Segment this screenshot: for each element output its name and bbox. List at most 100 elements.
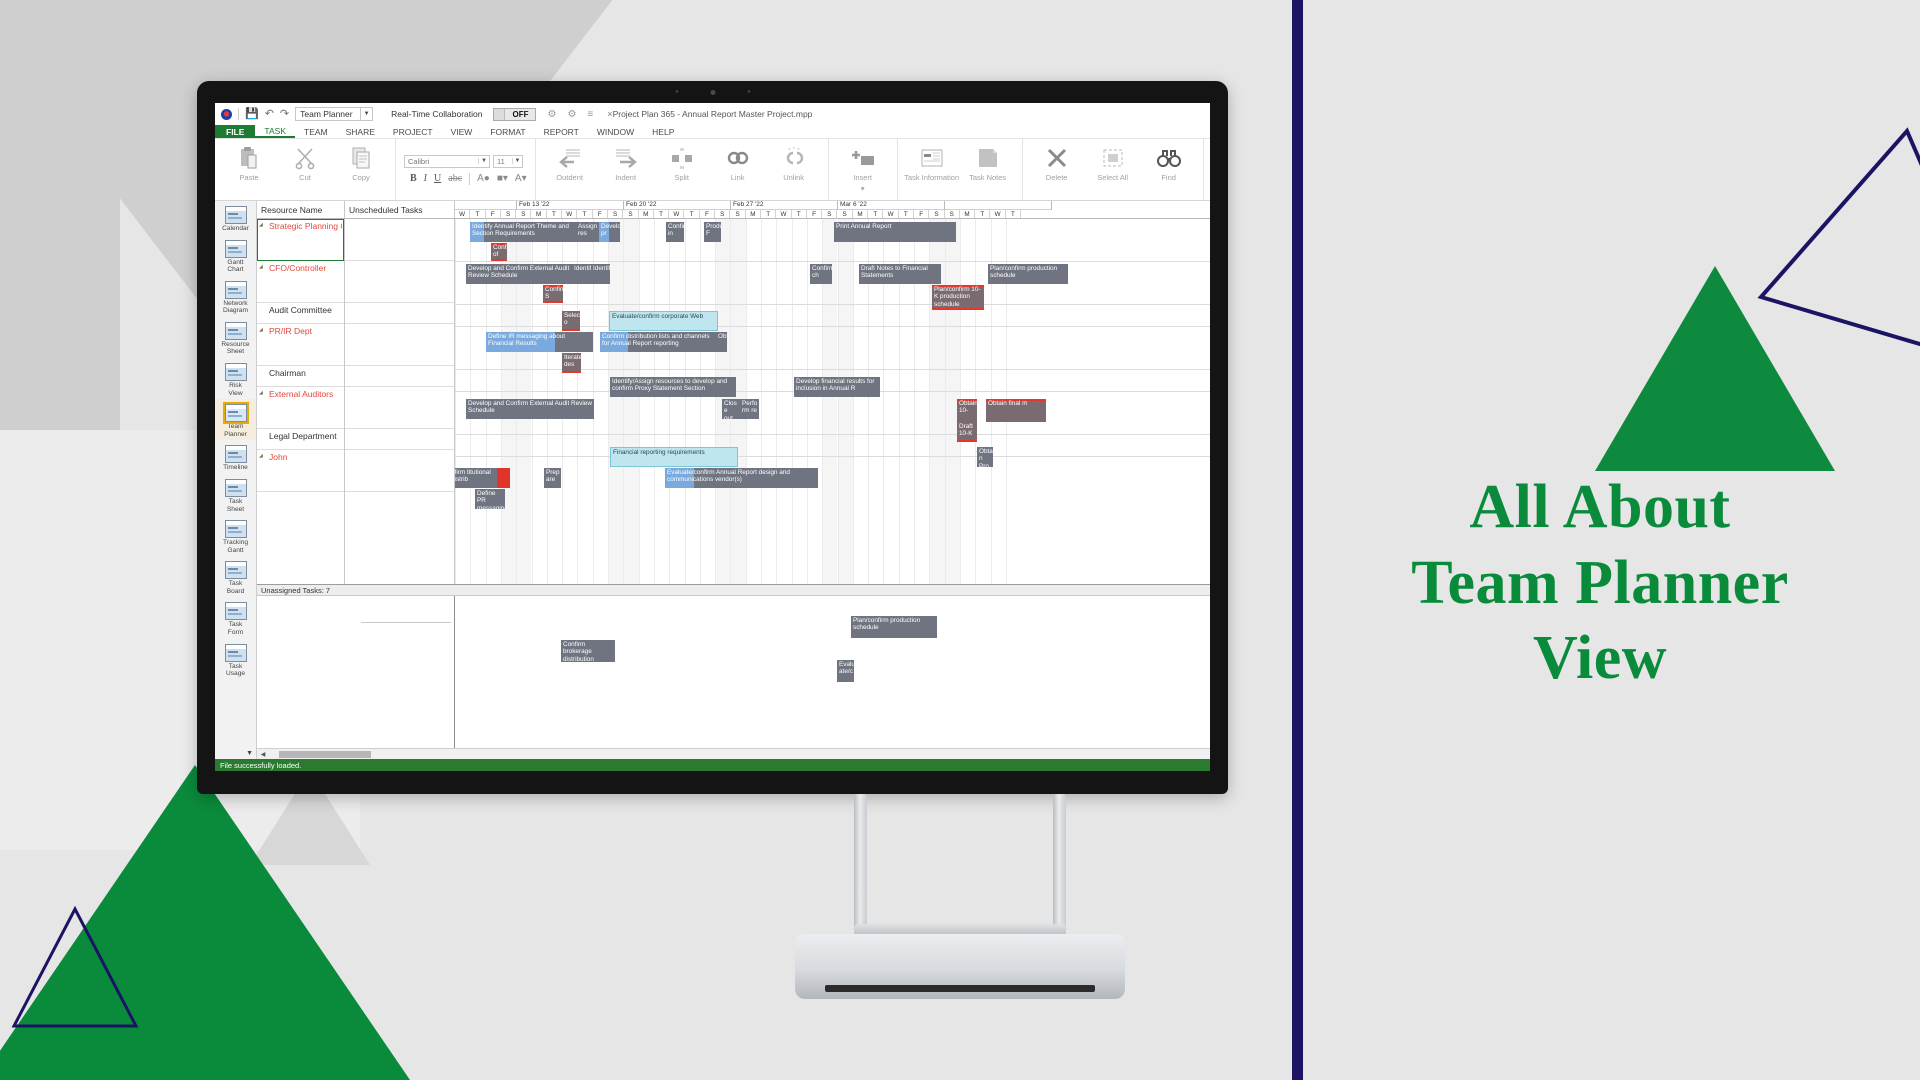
- tab-view[interactable]: VIEW: [442, 125, 482, 138]
- view-bar-item-task-form[interactable]: Task Form: [215, 597, 256, 638]
- link-button[interactable]: Link: [710, 141, 766, 198]
- expand-collapse-icon[interactable]: ◢: [259, 327, 263, 333]
- gantt-task-bar[interactable]: Develop and Confirm External Audit Revie…: [466, 399, 594, 419]
- realtime-collaboration-toggle[interactable]: OFF: [493, 107, 537, 121]
- gantt-task-bar[interactable]: Financial reporting requirements: [610, 447, 738, 467]
- insert-dropdown-icon[interactable]: ▾: [861, 184, 865, 193]
- resource-row[interactable]: ◢ External Auditors: [257, 387, 344, 429]
- tab-file[interactable]: FILE: [215, 125, 256, 138]
- unscheduled-cell[interactable]: [345, 450, 454, 492]
- view-bar-item-team-planner[interactable]: Team Planner: [215, 399, 256, 441]
- outdent-button[interactable]: Outdent: [542, 141, 598, 198]
- unscheduled-cell[interactable]: [345, 303, 454, 324]
- unscheduled-cell[interactable]: [345, 387, 454, 429]
- italic-button[interactable]: I: [424, 173, 427, 184]
- paste-button[interactable]: Paste: [221, 141, 277, 198]
- resource-row[interactable]: Audit Committee: [257, 303, 344, 324]
- scroll-left-icon[interactable]: ◀: [257, 751, 269, 758]
- chevron-down-icon[interactable]: ▼: [360, 108, 372, 120]
- indent-button[interactable]: Indent: [598, 141, 654, 198]
- column-header-unscheduled-tasks[interactable]: Unscheduled Tasks: [345, 201, 455, 218]
- gantt-task-bar[interactable]: Obtai n Pro: [977, 447, 993, 467]
- gantt-task-bar[interactable]: Obtain 10-: [957, 399, 977, 422]
- view-bar-item-risk-view[interactable]: Risk View: [215, 358, 256, 399]
- select-all-button[interactable]: Select All: [1085, 141, 1141, 198]
- gantt-task-bar[interactable]: Draft Notes to Financial Statements: [859, 264, 941, 284]
- copy-button[interactable]: Copy: [333, 141, 389, 198]
- unscheduled-cell[interactable]: [345, 324, 454, 366]
- gantt-task-bar[interactable]: nfirm titutional distrib: [455, 468, 497, 488]
- gantt-task-bar[interactable]: Develop pr: [599, 222, 620, 242]
- unscheduled-cell[interactable]: [345, 219, 454, 261]
- split-button[interactable]: Split: [654, 141, 710, 198]
- find-button[interactable]: Find: [1141, 141, 1197, 198]
- unscheduled-cell[interactable]: [345, 366, 454, 387]
- tab-task[interactable]: TASK: [255, 125, 295, 138]
- gantt-task-bar[interactable]: Identify/Assign resources to develop and…: [610, 377, 736, 397]
- view-bar-item-gantt-chart[interactable]: Gantt Chart: [215, 235, 256, 276]
- view-bar-item-resource-sheet[interactable]: Resource Sheet: [215, 317, 256, 358]
- insert-button[interactable]: Insert ▾: [835, 141, 891, 198]
- view-bar-item-timeline[interactable]: Timeline: [215, 440, 256, 474]
- gantt-task-bar[interactable]: Define PR messaging: [475, 489, 505, 509]
- chevron-down-icon[interactable]: ▼: [512, 158, 522, 164]
- gantt-task-bar[interactable]: Evaluate/confirm Annual Report design an…: [665, 468, 818, 488]
- gantt-task-bar[interactable]: Confirm in: [666, 222, 684, 242]
- view-bar-item-network-diagram[interactable]: Network Diagram: [215, 276, 256, 317]
- gantt-task-bar[interactable]: Plan/confirm production schedule: [988, 264, 1068, 284]
- collaborate-icon[interactable]: ⚙: [547, 109, 556, 120]
- gantt-task-bar[interactable]: Confirm distribution lists and channels …: [600, 332, 716, 352]
- tab-help[interactable]: HELP: [643, 125, 683, 138]
- gantt-task-bar[interactable]: Selection o: [562, 311, 580, 331]
- gantt-task-bar[interactable]: Iterate des: [562, 353, 581, 373]
- task-notes-button[interactable]: Task Notes: [960, 141, 1016, 198]
- undo-icon[interactable]: ↶: [265, 108, 274, 120]
- font-name-input[interactable]: Calibri ▼: [404, 154, 490, 168]
- view-bar-item-task-usage[interactable]: Task Usage: [215, 639, 256, 680]
- gantt-task-bar[interactable]: Plan/confirm production schedule: [851, 616, 937, 638]
- gantt-task-bar[interactable]: Assign res: [576, 222, 599, 242]
- scrollbar-track[interactable]: [269, 750, 1210, 758]
- resource-row[interactable]: Chairman: [257, 366, 344, 387]
- gantt-task-bar[interactable]: Develop financial results for inclusion …: [794, 377, 880, 397]
- tab-window[interactable]: WINDOW: [588, 125, 643, 138]
- gantt-task-bar[interactable]: Confirm ch: [810, 264, 832, 284]
- unassigned-tasks-header[interactable]: Unassigned Tasks: 7: [257, 584, 1210, 596]
- task-information-button[interactable]: Task Information: [904, 141, 960, 198]
- gantt-task-bar[interactable]: Evalu ate/c: [837, 660, 854, 682]
- cut-button[interactable]: Cut: [277, 141, 333, 198]
- fill-color-icon[interactable]: ■▾: [497, 173, 508, 184]
- gantt-task-bar[interactable]: Plan/confirm 10-K production schedule: [932, 285, 984, 310]
- font-color-icon[interactable]: A▾: [515, 173, 527, 184]
- tab-report[interactable]: REPORT: [535, 125, 588, 138]
- resource-row[interactable]: ◢ PR/IR Dept: [257, 324, 344, 366]
- resource-row[interactable]: ◢ Strategic Planning Committee: [257, 219, 344, 261]
- expand-collapse-icon[interactable]: ◢: [259, 453, 263, 459]
- view-bar-item-task-sheet[interactable]: Task Sheet: [215, 474, 256, 515]
- gantt-task-bar[interactable]: Draft 10-K: [957, 422, 977, 442]
- gantt-task-bar[interactable]: Evaluate/confirm corporate Web: [609, 311, 718, 331]
- strikethrough-button[interactable]: abc: [448, 173, 462, 184]
- column-header-resource-name[interactable]: Resource Name: [257, 201, 345, 218]
- unlink-button[interactable]: Unlink: [766, 141, 822, 198]
- gantt-task-bar[interactable]: Develop and Confirm External Audit Revie…: [466, 264, 572, 284]
- tab-share[interactable]: SHARE: [337, 125, 384, 138]
- gantt-task-bar[interactable]: Define IR messaging about Financial Resu…: [486, 332, 593, 352]
- horizontal-scrollbar[interactable]: ◀: [257, 748, 1210, 759]
- text-highlight-icon[interactable]: A●: [477, 173, 490, 184]
- expand-collapse-icon[interactable]: ◢: [259, 264, 263, 270]
- view-bar-item-tracking-gantt[interactable]: Tracking Gantt: [215, 515, 256, 556]
- gantt-task-bar[interactable]: Identify Annual Report Theme and Section…: [470, 222, 576, 242]
- gantt-task-bar[interactable]: Clos e out: [722, 399, 740, 419]
- view-bar-item-calendar[interactable]: Calendar: [215, 201, 256, 235]
- bold-button[interactable]: B: [410, 173, 417, 184]
- resource-row[interactable]: Legal Department: [257, 429, 344, 450]
- chevron-down-icon[interactable]: ▼: [478, 158, 489, 164]
- gantt-task-bar[interactable]: Print Annual Report: [834, 222, 956, 242]
- gantt-task-bar[interactable]: Obt: [716, 332, 727, 352]
- close-icon[interactable]: ×: [607, 109, 612, 119]
- tab-format[interactable]: FORMAT: [481, 125, 534, 138]
- unscheduled-cell[interactable]: [345, 261, 454, 303]
- gantt-task-bar[interactable]: Confirm of: [491, 243, 507, 261]
- gantt-task-bar[interactable]: Prep are: [544, 468, 561, 488]
